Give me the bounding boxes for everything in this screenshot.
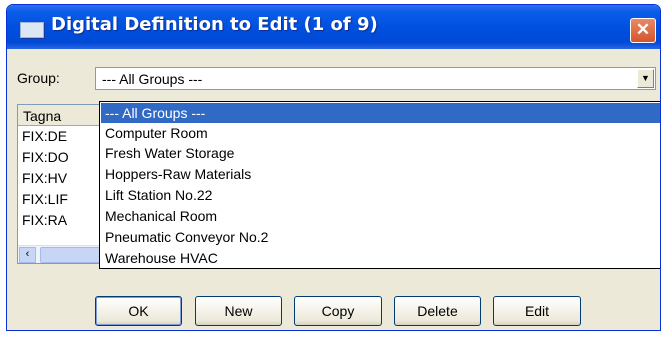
copy-button[interactable]: Copy bbox=[294, 296, 382, 326]
edit-button[interactable]: Edit bbox=[493, 296, 581, 326]
list-item[interactable]: FIX:LIF bbox=[22, 191, 68, 207]
dropdown-option-lift-station[interactable]: Lift Station No.22 bbox=[101, 185, 660, 205]
close-button[interactable]: ✕ bbox=[630, 18, 656, 43]
dropdown-option-warehouse-hvac[interactable]: Warehouse HVAC bbox=[101, 248, 660, 268]
list-item[interactable]: FIX:DO bbox=[22, 149, 69, 165]
ok-button[interactable]: OK bbox=[95, 296, 182, 326]
scroll-left-icon[interactable]: ‹ bbox=[19, 247, 36, 263]
dropdown-option-computer-room[interactable]: Computer Room bbox=[101, 123, 660, 143]
delete-button[interactable]: Delete bbox=[394, 296, 481, 326]
scrollbar-thumb[interactable] bbox=[40, 247, 102, 263]
group-combobox[interactable]: --- All Groups --- ▼ bbox=[95, 67, 656, 90]
dialog-window: Digital Definition to Edit (1 of 9) ✕ Gr… bbox=[6, 4, 661, 331]
dropdown-option-mechanical-room[interactable]: Mechanical Room bbox=[101, 206, 660, 226]
window-icon bbox=[20, 22, 44, 38]
dropdown-option-hoppers-raw-materials[interactable]: Hoppers-Raw Materials bbox=[101, 164, 660, 184]
group-combobox-value: --- All Groups --- bbox=[102, 71, 203, 87]
group-label: Group: bbox=[17, 70, 60, 86]
dropdown-option-pneumatic-conveyor[interactable]: Pneumatic Conveyor No.2 bbox=[101, 227, 660, 247]
new-button[interactable]: New bbox=[195, 296, 282, 326]
list-item[interactable]: FIX:HV bbox=[22, 170, 67, 186]
group-dropdown-list[interactable]: --- All Groups --- Computer Room Fresh W… bbox=[99, 101, 660, 269]
window-title: Digital Definition to Edit (1 of 9) bbox=[51, 14, 378, 35]
dropdown-option-all-groups[interactable]: --- All Groups --- bbox=[101, 103, 660, 123]
title-bar[interactable]: Digital Definition to Edit (1 of 9) ✕ bbox=[7, 5, 660, 49]
list-item[interactable]: FIX:DE bbox=[22, 128, 67, 144]
dropdown-option-fresh-water-storage[interactable]: Fresh Water Storage bbox=[101, 143, 660, 163]
list-item[interactable]: FIX:RA bbox=[22, 212, 67, 228]
chevron-down-icon[interactable]: ▼ bbox=[637, 69, 654, 88]
